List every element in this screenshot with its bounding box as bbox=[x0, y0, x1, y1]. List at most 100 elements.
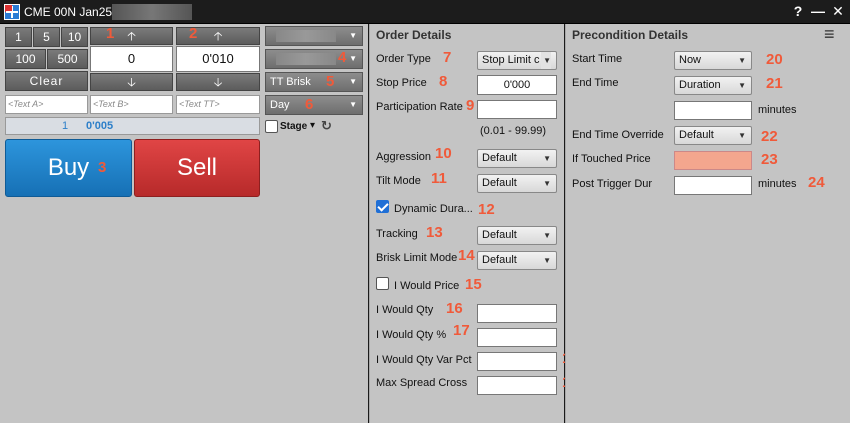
i-would-qty-var-pct-label: I Would Qty Var Pct bbox=[376, 354, 472, 366]
marker-11: 11 bbox=[431, 170, 447, 187]
i-would-qty-input[interactable] bbox=[477, 304, 557, 323]
i-would-qty-pct-label: I Would Qty % bbox=[376, 329, 447, 341]
stop-price-input[interactable]: 0'000 bbox=[477, 75, 557, 95]
marker-5: 5 bbox=[326, 73, 335, 90]
start-time-dropdown[interactable]: Now ▼ bbox=[674, 51, 752, 70]
marker-16: 16 bbox=[446, 300, 463, 317]
price-input[interactable]: 0'010 bbox=[176, 46, 260, 72]
if-touched-price-label: If Touched Price bbox=[572, 153, 651, 165]
help-button[interactable]: ? bbox=[790, 3, 806, 19]
minutes-label: minutes bbox=[758, 104, 797, 116]
post-trigger-dur-input[interactable] bbox=[674, 176, 752, 195]
max-spread-cross-input[interactable] bbox=[477, 376, 557, 395]
marker-1: 1 bbox=[106, 25, 115, 42]
brisk-limit-mode-dropdown[interactable]: Default ▼ bbox=[477, 251, 557, 270]
text-tt-field[interactable]: <Text TT> bbox=[176, 95, 260, 114]
qty-input[interactable]: 0 bbox=[90, 46, 173, 72]
marker-22: 22 bbox=[761, 128, 778, 145]
order-details-title: Order Details bbox=[376, 28, 452, 42]
marker-23: 23 bbox=[761, 151, 778, 168]
window-title: CME 00N Jan25 bbox=[24, 5, 113, 19]
arrow-down-icon: 🡣 bbox=[127, 75, 136, 89]
max-spread-cross-label: Max Spread Cross bbox=[376, 377, 468, 389]
qty-5-button[interactable]: 5 bbox=[33, 27, 60, 47]
caret-down-icon[interactable]: ▾ bbox=[310, 120, 315, 131]
order-ticket-panel: 1 5 10 100 500 Clear 🡡 0 🡣 🡡 0'010 🡣 ▼ ▼… bbox=[0, 24, 368, 423]
i-would-qty-var-pct-input[interactable] bbox=[477, 352, 557, 371]
participation-rate-input[interactable] bbox=[477, 100, 557, 119]
marker-15: 15 bbox=[465, 276, 482, 293]
chevron-down-icon: ▼ bbox=[738, 81, 746, 90]
qty-500-button[interactable]: 500 bbox=[47, 49, 88, 69]
sell-button[interactable]: Sell bbox=[134, 139, 260, 197]
close-button[interactable]: ✕ bbox=[830, 3, 846, 20]
post-trigger-dur-label: Post Trigger Dur bbox=[572, 178, 653, 190]
marker-7: 7 bbox=[443, 49, 452, 66]
text-a-field[interactable]: <Text A> bbox=[5, 95, 88, 114]
minutes-label-2: minutes bbox=[758, 178, 797, 190]
marker-24: 24 bbox=[808, 174, 825, 191]
arrow-down-icon: 🡣 bbox=[213, 75, 223, 89]
chevron-down-icon: ▼ bbox=[349, 54, 357, 63]
qty-100-button[interactable]: 100 bbox=[5, 49, 46, 69]
refresh-icon[interactable]: ↻ bbox=[321, 118, 332, 134]
qty-up-button[interactable]: 🡡 bbox=[90, 27, 173, 45]
minimize-button[interactable]: — bbox=[810, 3, 826, 19]
position-price: 0'005 bbox=[86, 120, 114, 132]
marker-8: 8 bbox=[439, 73, 448, 90]
qty-down-button[interactable]: 🡣 bbox=[90, 73, 173, 91]
order-type-label: Order Type bbox=[376, 53, 431, 65]
algo-dropdown[interactable]: TT Brisk ▼ bbox=[265, 72, 363, 92]
tilt-mode-label: Tilt Mode bbox=[376, 175, 421, 187]
tif-dropdown[interactable]: Day ▼ bbox=[265, 95, 363, 115]
chevron-down-icon: ▼ bbox=[738, 56, 746, 65]
buy-button[interactable]: Buy bbox=[5, 139, 132, 197]
marker-20: 20 bbox=[766, 51, 783, 68]
qty-1-button[interactable]: 1 bbox=[5, 27, 32, 47]
chevron-down-icon: ▼ bbox=[349, 77, 357, 86]
dynamic-duration-label: Dynamic Dura... bbox=[394, 203, 473, 215]
tracking-label: Tracking bbox=[376, 228, 418, 240]
arrow-up-icon: 🡡 bbox=[213, 29, 223, 43]
marker-10: 10 bbox=[435, 145, 452, 162]
marker-2: 2 bbox=[189, 25, 198, 42]
i-would-price-label: I Would Price bbox=[394, 280, 460, 292]
text-b-field[interactable]: <Text B> bbox=[90, 95, 173, 114]
tracking-dropdown[interactable]: Default ▼ bbox=[477, 226, 557, 245]
end-time-dropdown[interactable]: Duration ▼ bbox=[674, 76, 752, 95]
aggression-dropdown[interactable]: Default ▼ bbox=[477, 149, 557, 168]
chevron-down-icon: ▼ bbox=[738, 131, 746, 140]
chevron-down-icon: ▼ bbox=[543, 231, 551, 240]
tilt-mode-dropdown[interactable]: Default ▼ bbox=[477, 174, 557, 193]
position-qty: 1 bbox=[62, 120, 69, 132]
end-time-label: End Time bbox=[572, 77, 619, 89]
account-dropdown[interactable]: ▼ bbox=[265, 26, 363, 46]
clear-button[interactable]: Clear bbox=[5, 71, 88, 91]
chevron-down-icon: ▼ bbox=[349, 100, 357, 109]
chevron-down-icon: ▼ bbox=[543, 256, 551, 265]
marker-12: 12 bbox=[478, 201, 495, 218]
marker-9: 9 bbox=[466, 97, 475, 114]
marker-3: 3 bbox=[98, 159, 107, 176]
if-touched-price-input[interactable] bbox=[674, 151, 752, 170]
dynamic-duration-checkbox[interactable] bbox=[376, 200, 389, 213]
account-2-dropdown[interactable]: ▼ bbox=[265, 49, 363, 69]
i-would-price-checkbox[interactable] bbox=[376, 277, 389, 290]
menu-icon[interactable]: ≡ bbox=[824, 24, 835, 45]
chevron-down-icon: ▼ bbox=[541, 52, 551, 69]
stage-checkbox[interactable] bbox=[265, 120, 278, 133]
order-details-panel: Order Details Order Type Stop Limit c ▼ 7… bbox=[369, 24, 579, 423]
i-would-qty-pct-input[interactable] bbox=[477, 328, 557, 347]
order-type-dropdown[interactable]: Stop Limit c ▼ bbox=[477, 51, 557, 70]
precondition-details-panel: Precondition Details ≡ Start Time Now ▼ 2… bbox=[565, 24, 850, 423]
stage-label: Stage bbox=[280, 121, 308, 132]
end-time-override-dropdown[interactable]: Default ▼ bbox=[674, 126, 752, 145]
end-time-override-label: End Time Override bbox=[572, 129, 664, 141]
end-time-minutes-input[interactable] bbox=[674, 101, 752, 120]
redacted-title-area bbox=[112, 4, 192, 20]
marker-4: 4 bbox=[338, 49, 347, 66]
qty-10-button[interactable]: 10 bbox=[61, 27, 88, 47]
price-down-button[interactable]: 🡣 bbox=[176, 73, 260, 91]
brisk-limit-mode-label: Brisk Limit Mode bbox=[376, 252, 458, 264]
chevron-down-icon: ▼ bbox=[543, 179, 551, 188]
